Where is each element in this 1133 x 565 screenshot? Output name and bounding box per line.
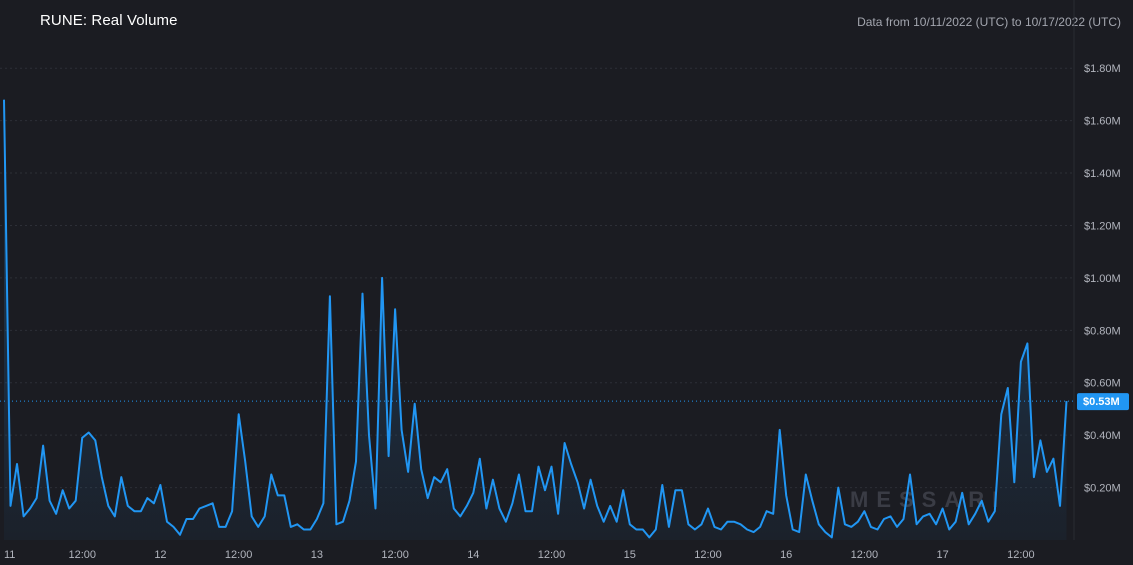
x-tick-label: 12:00	[225, 549, 253, 561]
x-axis: 11 12:00 12 12:00 13 12:00 14 12:00 15 12:00 16 12:…	[4, 549, 1035, 561]
x-tick-label: 11	[4, 549, 15, 561]
y-axis: $0.20M $0.40M $0.60M $0.80M $1.00M $1.20M $1.4…	[1073, 0, 1121, 540]
x-tick-label: 12:00	[694, 549, 722, 561]
current-value-label: $0.53M	[1083, 396, 1120, 408]
y-tick-label: $0.20M	[1084, 483, 1121, 495]
gridlines	[0, 67, 1073, 489]
y-tick-label: $1.00M	[1084, 273, 1121, 285]
x-tick-label: 12:00	[538, 549, 566, 561]
y-tick-label: $1.60M	[1084, 116, 1121, 128]
series-area	[4, 99, 1067, 540]
y-tick-label: $1.20M	[1084, 220, 1121, 232]
y-tick-label: $0.40M	[1084, 430, 1121, 442]
x-tick-label: 16	[780, 549, 792, 561]
area-fill	[4, 99, 1067, 540]
x-tick-label: 14	[467, 549, 479, 561]
series-line-path	[3, 99, 1068, 539]
x-tick-label: 12:00	[381, 549, 409, 561]
x-tick-label: 12:00	[1007, 549, 1035, 561]
x-tick-label: 13	[311, 549, 323, 561]
y-tick-label: $1.80M	[1084, 63, 1121, 75]
x-tick-label: 12	[154, 549, 166, 561]
x-tick-label: 15	[624, 549, 636, 561]
x-tick-label: 12:00	[851, 549, 879, 561]
y-tick-label: $0.80M	[1084, 325, 1121, 337]
x-tick-label: 17	[937, 549, 949, 561]
series-line	[3, 99, 1068, 539]
x-tick-label: 12:00	[68, 549, 96, 561]
volume-chart[interactable]: MESSARI $0.53M $0.20M$0.40M$0.60M$0.80M$…	[0, 0, 1133, 565]
y-tick-label: $1.40M	[1084, 168, 1121, 180]
y-tick-label: $0.60M	[1084, 378, 1121, 390]
current-value-marker: $0.53M	[0, 393, 1129, 411]
